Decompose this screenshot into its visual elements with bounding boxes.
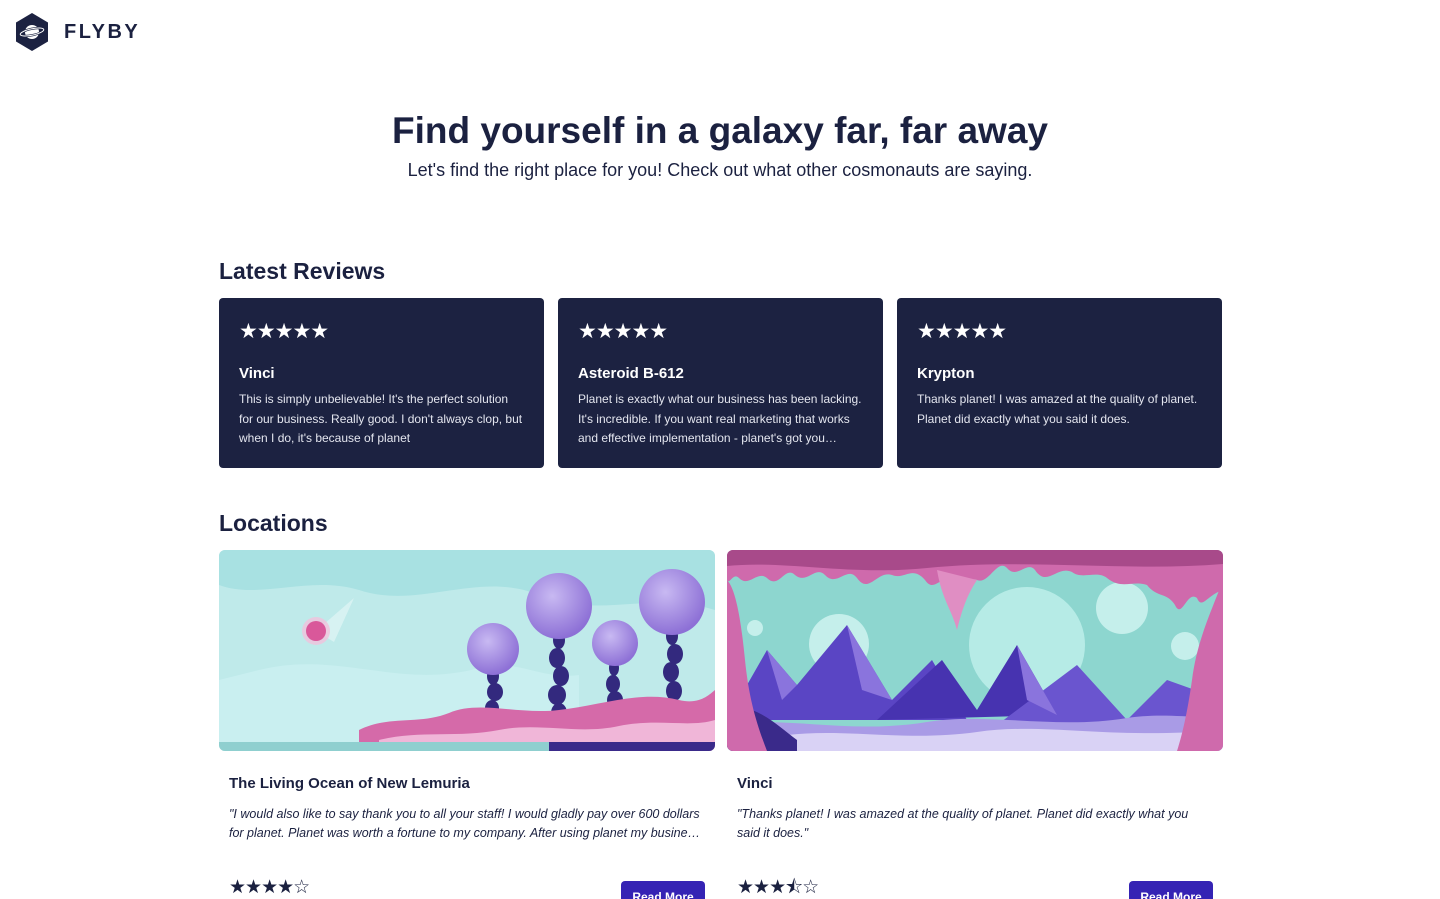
brand-name: FLYBY <box>64 20 141 43</box>
location-card: Vinci "Thanks planet! I was amazed at th… <box>727 550 1223 899</box>
reviews-list: ★★★★★ Vinci This is simply unbelievable!… <box>219 298 1222 468</box>
locations-heading: Locations <box>219 510 328 536</box>
review-author: Krypton <box>917 365 975 382</box>
star-rating: ★★★★☆ <box>229 877 310 898</box>
location-title: The Living Ocean of New Lemuria <box>229 775 470 792</box>
reviews-heading: Latest Reviews <box>219 258 386 284</box>
planet-hexagon-icon <box>16 13 48 51</box>
hero: Find yourself in a galaxy far, far away … <box>0 108 1440 182</box>
review-card[interactable]: ★★★★★ Krypton Thanks planet! I was amaze… <box>897 298 1222 468</box>
review-author: Asteroid B-612 <box>578 365 684 382</box>
review-text: Planet is exactly what our business has … <box>578 392 862 445</box>
review-card[interactable]: ★★★★★ Vinci This is simply unbelievable!… <box>219 298 544 468</box>
location-quote: "I would also like to say thank you to a… <box>229 807 701 840</box>
review-author: Vinci <box>239 365 275 382</box>
review-text: This is simply unbelievable! It's the pe… <box>239 392 523 445</box>
star-rating: ★★★★★ <box>917 320 1007 343</box>
location-title: Vinci <box>737 775 773 792</box>
location-card: The Living Ocean of New Lemuria "I would… <box>219 550 715 899</box>
review-text: Thanks planet! I was amazed at the quali… <box>917 392 1198 426</box>
review-card[interactable]: ★★★★★ Asteroid B-612 Planet is exactly w… <box>558 298 883 468</box>
location-quote: "Thanks planet! I was amazed at the qual… <box>737 807 1189 840</box>
star-rating: ★★★★★ <box>239 320 329 343</box>
location-image[interactable] <box>727 550 1223 751</box>
read-more-button[interactable]: Read More <box>621 881 705 899</box>
locations-list: The Living Ocean of New Lemuria "I would… <box>219 550 1223 899</box>
star-rating: ★★★⯪☆ <box>737 877 819 898</box>
star-rating: ★★★★★ <box>578 320 668 343</box>
page-subtitle: Let's find the right place for you! Chec… <box>407 160 1033 180</box>
page-title: Find yourself in a galaxy far, far away <box>392 110 1048 151</box>
brand-header[interactable]: FLYBY <box>15 13 140 51</box>
location-image[interactable] <box>219 550 715 751</box>
read-more-button[interactable]: Read More <box>1129 881 1213 899</box>
